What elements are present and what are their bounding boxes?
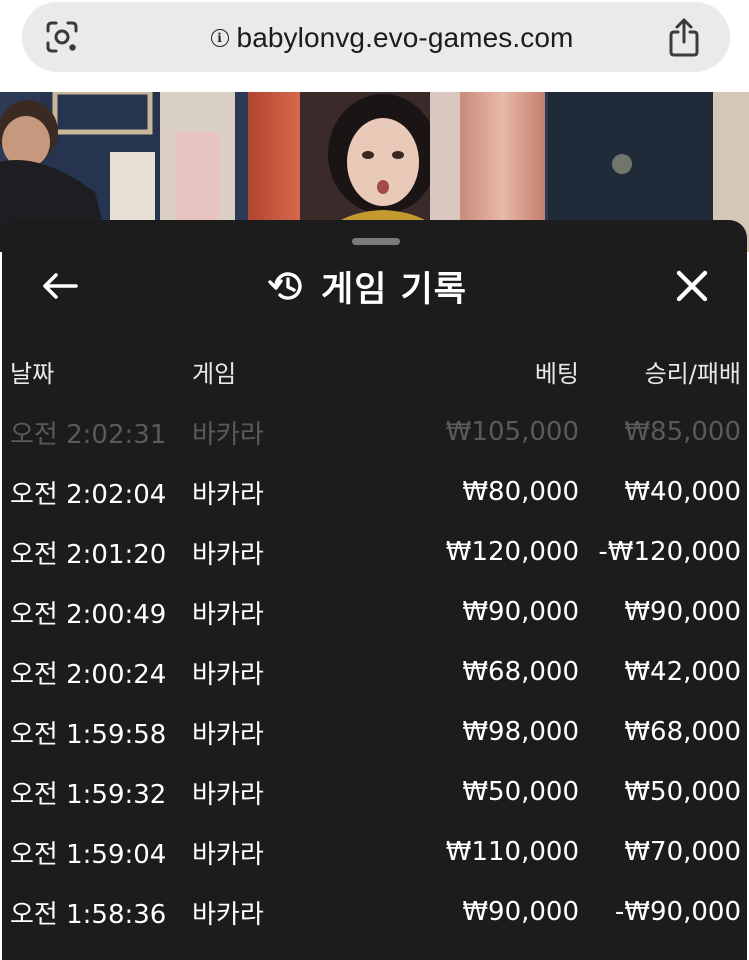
table-row[interactable]: 오전 2:02:31 바카라 ₩105,000 ₩85,000 <box>2 402 747 462</box>
row-win-loss: ₩42,000 <box>624 657 741 687</box>
row-win-loss: ₩68,000 <box>624 717 741 747</box>
row-bet: ₩110,000 <box>445 837 579 867</box>
row-bet: ₩50,000 <box>462 777 579 807</box>
back-button[interactable] <box>36 266 84 306</box>
row-bet: ₩98,000 <box>462 717 579 747</box>
table-row[interactable]: 오전 2:00:24 바카라 ₩68,000 ₩42,000 <box>2 642 747 702</box>
table-row[interactable]: 오전 2:00:49 바카라 ₩90,000 ₩90,000 <box>2 582 747 642</box>
column-header-date: 날짜 <box>10 359 55 388</box>
row-game: 바카라 <box>192 539 264 570</box>
url-display[interactable]: i babylonvg.evo-games.com <box>152 16 632 60</box>
row-game: 바카라 <box>192 479 264 510</box>
row-bet: ₩68,000 <box>462 657 579 687</box>
close-button[interactable] <box>666 264 718 308</box>
row-game: 바카라 <box>192 779 264 810</box>
row-game: 바카라 <box>192 899 264 930</box>
row-bet: ₩120,000 <box>445 537 579 567</box>
history-icon <box>268 272 302 300</box>
game-history-table: 날짜 게임 베팅 승리/패배 오전 2:02:31 바카라 ₩105,000 ₩… <box>2 340 747 942</box>
arrow-left-icon <box>43 273 78 299</box>
column-header-bet: 베팅 <box>534 359 579 388</box>
row-game: 바카라 <box>192 719 264 750</box>
drag-handle[interactable] <box>352 238 400 245</box>
row-date: 오전 2:02:31 <box>10 419 167 450</box>
table-row[interactable]: 오전 1:59:58 바카라 ₩98,000 ₩68,000 <box>2 702 747 762</box>
row-game: 바카라 <box>192 599 264 630</box>
row-date: 오전 2:02:04 <box>10 479 167 510</box>
row-win-loss: ₩40,000 <box>624 477 741 507</box>
row-bet: ₩105,000 <box>445 417 579 447</box>
row-win-loss: -₩90,000 <box>614 897 741 927</box>
close-icon <box>676 270 708 302</box>
google-lens-icon <box>46 21 78 53</box>
row-date: 오전 2:01:20 <box>10 539 167 570</box>
info-icon[interactable]: i <box>210 29 229 47</box>
column-header-win-loss: 승리/패배 <box>644 359 741 388</box>
table-row[interactable]: 오전 1:59:04 바카라 ₩110,000 ₩70,000 <box>2 822 747 882</box>
lens-button[interactable] <box>40 15 84 59</box>
share-button[interactable] <box>662 14 706 60</box>
address-bar[interactable]: i babylonvg.evo-games.com <box>22 2 730 72</box>
table-row[interactable]: 오전 2:01:20 바카라 ₩120,000 -₩120,000 <box>2 522 747 582</box>
row-game: 바카라 <box>192 839 264 870</box>
share-icon <box>669 18 699 57</box>
row-date: 오전 1:59:32 <box>10 779 167 810</box>
row-date: 오전 2:00:24 <box>10 659 167 690</box>
row-win-loss: ₩85,000 <box>624 417 741 447</box>
browser-toolbar: i babylonvg.evo-games.com <box>0 0 749 92</box>
row-win-loss: ₩50,000 <box>624 777 741 807</box>
row-date: 오전 1:59:04 <box>10 839 167 870</box>
row-game: 바카라 <box>192 659 264 690</box>
table-row[interactable]: 오전 1:59:32 바카라 ₩50,000 ₩50,000 <box>2 762 747 822</box>
sheet-title: 게임 기록 <box>321 269 467 310</box>
row-bet: ₩90,000 <box>462 897 579 927</box>
column-header-game: 게임 <box>192 359 237 388</box>
row-bet: ₩80,000 <box>462 477 579 507</box>
row-win-loss: ₩70,000 <box>624 837 741 867</box>
row-date: 오전 1:58:36 <box>10 899 167 930</box>
row-game: 바카라 <box>192 419 264 450</box>
row-win-loss: -₩120,000 <box>598 537 741 567</box>
row-win-loss: ₩90,000 <box>624 597 741 627</box>
game-history-sheet: 게임 기록 날짜 게임 베팅 승리/패배 오전 2:02:31 바카라 ₩105… <box>2 220 747 960</box>
table-header-row: 날짜 게임 베팅 승리/패배 <box>2 340 747 402</box>
table-row[interactable]: 오전 1:58:36 바카라 ₩90,000 -₩90,000 <box>2 882 747 942</box>
table-row[interactable]: 오전 2:02:04 바카라 ₩80,000 ₩40,000 <box>2 462 747 522</box>
row-date: 오전 2:00:49 <box>10 599 167 630</box>
row-bet: ₩90,000 <box>462 597 579 627</box>
url-text: babylonvg.evo-games.com <box>236 22 574 53</box>
sheet-header: 게임 기록 <box>267 260 507 312</box>
row-date: 오전 1:59:58 <box>10 719 167 750</box>
